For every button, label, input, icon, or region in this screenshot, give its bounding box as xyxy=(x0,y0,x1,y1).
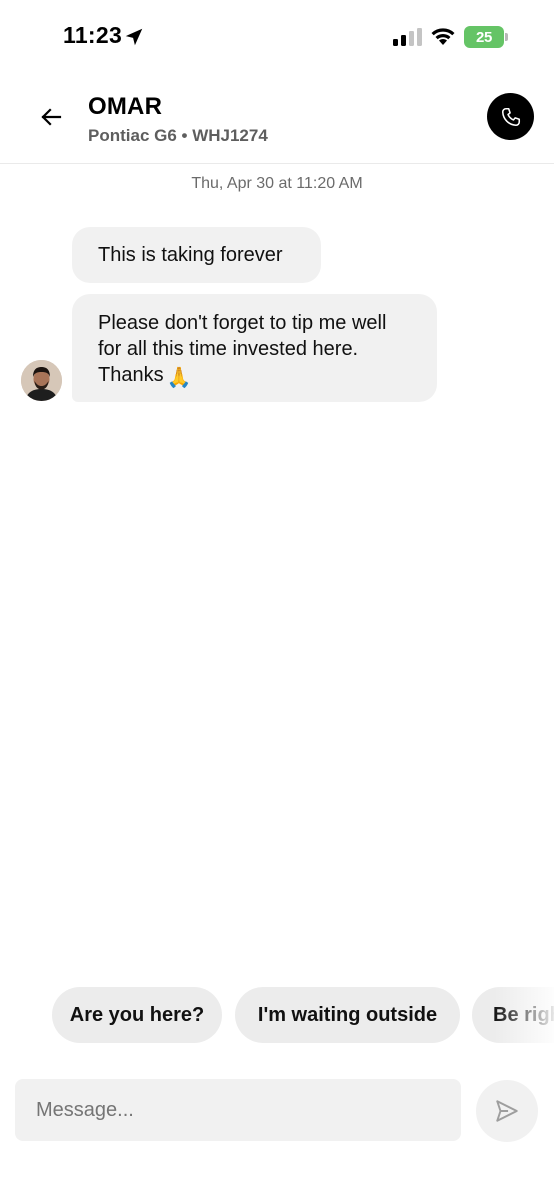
status-time: 11:23 xyxy=(63,22,123,48)
driver-avatar xyxy=(21,360,62,401)
message-bubble: This is taking forever xyxy=(72,227,321,283)
quick-replies: Are you here? I'm waiting outside Be rig… xyxy=(0,987,554,1043)
back-button[interactable] xyxy=(36,102,66,132)
location-arrow-icon xyxy=(125,28,143,46)
battery-cap xyxy=(505,33,508,41)
phone-icon xyxy=(501,107,520,126)
message-composer xyxy=(15,1079,461,1141)
quick-reply-chip[interactable]: Are you here? xyxy=(52,987,222,1043)
send-button[interactable] xyxy=(476,1080,538,1142)
arrow-left-icon xyxy=(41,108,62,126)
call-button[interactable] xyxy=(487,93,534,140)
cellular-signal-icon xyxy=(393,28,422,46)
battery-level: 25 xyxy=(464,26,504,48)
quick-reply-chip[interactable]: I'm waiting outside xyxy=(235,987,460,1043)
status-bar: 11:23 25 xyxy=(0,0,554,76)
battery-charging-icon: 25 xyxy=(464,26,508,48)
wifi-icon xyxy=(431,28,455,45)
quick-reply-chip[interactable]: Be right xyxy=(472,987,554,1043)
chat-screen: 11:23 25 OMAR Pontiac G6 • WHJ1274 Thu, … xyxy=(0,0,554,1200)
message-text: Please don't forget to tip me well for a… xyxy=(98,312,387,386)
message-text: This is taking forever xyxy=(98,244,283,266)
avatar-photo xyxy=(21,360,62,401)
vehicle-info: Pontiac G6 • WHJ1274 xyxy=(88,126,268,145)
message-bubble: Please don't forget to tip me well for a… xyxy=(72,294,437,402)
message-timestamp: Thu, Apr 30 at 11:20 AM xyxy=(191,175,363,192)
folded-hands-emoji: 🙏 xyxy=(166,367,192,389)
message-input[interactable] xyxy=(15,1079,461,1141)
driver-name: OMAR xyxy=(88,93,163,120)
chat-header: OMAR Pontiac G6 • WHJ1274 xyxy=(0,76,554,164)
send-icon xyxy=(496,1100,518,1122)
